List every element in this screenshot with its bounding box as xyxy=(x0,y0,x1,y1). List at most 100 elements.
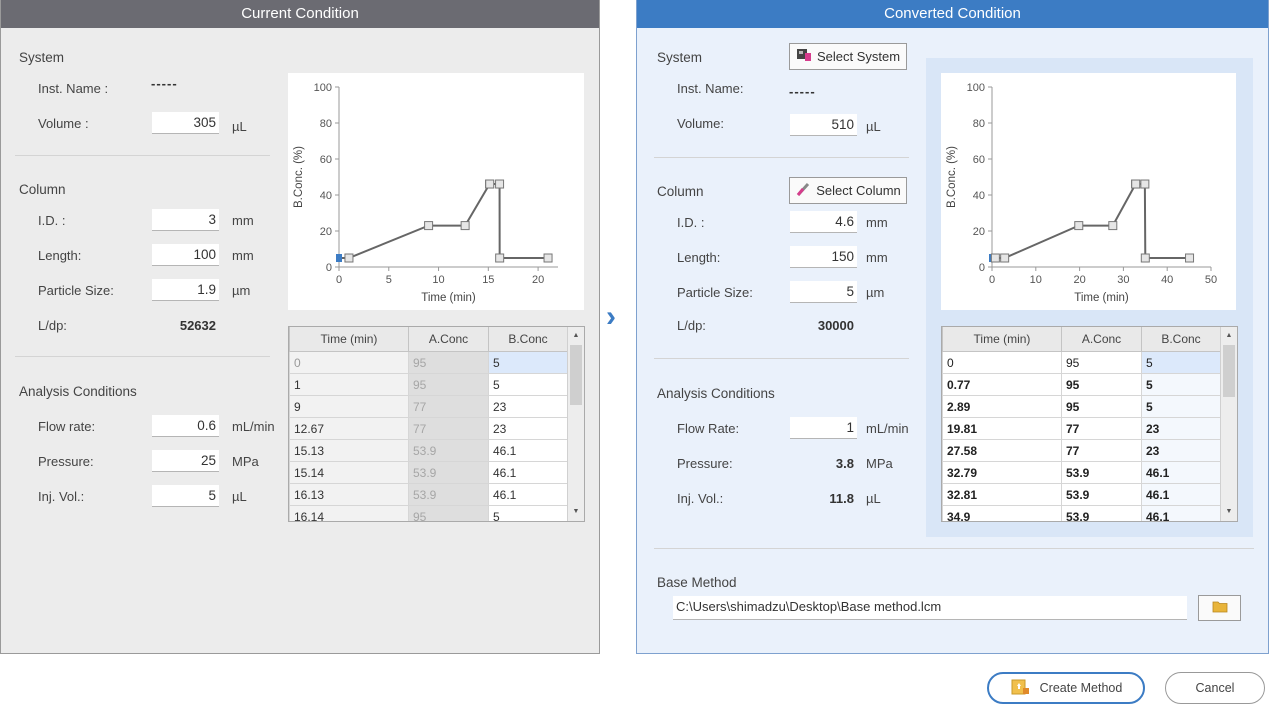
length-input[interactable]: 100 xyxy=(152,244,219,266)
table-cell-a-conc[interactable]: 95 xyxy=(1061,395,1142,418)
table-header-b-conc[interactable]: B.Conc xyxy=(1141,327,1221,352)
table-row[interactable]: 32.81 53.9 46.1 xyxy=(942,483,1221,506)
table-cell-time[interactable]: 2.89 xyxy=(942,395,1062,418)
table-cell-a-conc[interactable]: 77 xyxy=(408,417,489,440)
length-unit: mm xyxy=(232,248,254,263)
table-row[interactable]: 15.14 53.9 46.1 xyxy=(289,461,568,484)
table-cell-b-conc[interactable]: 23 xyxy=(488,395,568,418)
table-cell-b-conc[interactable]: 46.1 xyxy=(488,483,568,506)
table-cell-time[interactable]: 19.81 xyxy=(942,417,1062,440)
cancel-button[interactable]: Cancel xyxy=(1165,672,1265,704)
table-cell-a-conc[interactable]: 53.9 xyxy=(408,439,489,462)
table-cell-a-conc[interactable]: 53.9 xyxy=(408,461,489,484)
base-method-path-input[interactable]: C:\Users\shimadzu\Desktop\Base method.lc… xyxy=(673,596,1187,620)
table-cell-time[interactable]: 16.14 xyxy=(289,505,409,521)
pressure-input[interactable]: 25 xyxy=(152,450,219,472)
id-input[interactable]: 3 xyxy=(152,209,219,231)
table-cell-time[interactable]: 32.81 xyxy=(942,483,1062,506)
flow-rate-input[interactable]: 1 xyxy=(790,417,857,439)
table-cell-a-conc[interactable]: 77 xyxy=(1061,417,1142,440)
table-cell-a-conc[interactable]: 53.9 xyxy=(1061,461,1142,484)
table-cell-time[interactable]: 0 xyxy=(289,351,409,374)
flow-rate-input[interactable]: 0.6 xyxy=(152,415,219,437)
volume-input[interactable]: 510 xyxy=(790,114,857,136)
y-tick-label: 80 xyxy=(973,118,985,130)
table-cell-b-conc[interactable]: 46.1 xyxy=(1141,505,1221,521)
table-row[interactable]: 1 95 5 xyxy=(289,373,568,396)
table-row[interactable]: 15.13 53.9 46.1 xyxy=(289,439,568,462)
particle-size-input[interactable]: 5 xyxy=(790,281,857,303)
id-input[interactable]: 4.6 xyxy=(790,211,857,233)
table-cell-time[interactable]: 16.13 xyxy=(289,483,409,506)
table-row[interactable]: 27.58 77 23 xyxy=(942,439,1221,462)
table-row[interactable]: 12.67 77 23 xyxy=(289,417,568,440)
scroll-up-icon[interactable]: ▲ xyxy=(1221,329,1237,343)
table-row[interactable]: 32.79 53.9 46.1 xyxy=(942,461,1221,484)
ldp-label: L/dp: xyxy=(677,318,706,333)
table-row[interactable]: 16.13 53.9 46.1 xyxy=(289,483,568,506)
table-cell-time[interactable]: 27.58 xyxy=(942,439,1062,462)
table-cell-a-conc[interactable]: 95 xyxy=(408,373,489,396)
table-row[interactable]: 0.77 95 5 xyxy=(942,373,1221,396)
table-cell-a-conc[interactable]: 95 xyxy=(1061,351,1142,374)
table-row[interactable]: 0 95 5 xyxy=(289,351,568,374)
table-cell-time[interactable]: 15.14 xyxy=(289,461,409,484)
table-cell-b-conc[interactable]: 46.1 xyxy=(488,439,568,462)
table-header-a-conc[interactable]: A.Conc xyxy=(408,327,489,352)
table-header-b-conc[interactable]: B.Conc xyxy=(488,327,568,352)
table-scrollbar[interactable]: ▲ ▼ xyxy=(567,327,584,521)
create-method-button[interactable]: Create Method xyxy=(987,672,1145,704)
table-row[interactable]: 19.81 77 23 xyxy=(942,417,1221,440)
particle-size-input[interactable]: 1.9 xyxy=(152,279,219,301)
volume-input[interactable]: 305 xyxy=(152,112,219,134)
table-cell-b-conc[interactable]: 5 xyxy=(488,373,568,396)
scroll-thumb[interactable] xyxy=(1223,345,1235,397)
table-cell-b-conc[interactable]: 5 xyxy=(1141,395,1221,418)
table-cell-a-conc[interactable]: 95 xyxy=(408,351,489,374)
table-cell-time[interactable]: 1 xyxy=(289,373,409,396)
select-system-button[interactable]: Select System xyxy=(789,43,907,70)
table-cell-a-conc[interactable]: 53.9 xyxy=(408,483,489,506)
table-cell-time[interactable]: 0 xyxy=(942,351,1062,374)
table-scrollbar[interactable]: ▲ ▼ xyxy=(1220,327,1237,521)
table-cell-b-conc[interactable]: 23 xyxy=(488,417,568,440)
table-row[interactable]: 16.14 95 5 xyxy=(289,505,568,521)
table-cell-a-conc[interactable]: 95 xyxy=(408,505,489,521)
table-cell-b-conc[interactable]: 46.1 xyxy=(1141,483,1221,506)
table-row[interactable]: 34.9 53.9 46.1 xyxy=(942,505,1221,521)
table-cell-a-conc[interactable]: 53.9 xyxy=(1061,505,1142,521)
table-cell-a-conc[interactable]: 53.9 xyxy=(1061,483,1142,506)
scroll-thumb[interactable] xyxy=(570,345,582,405)
table-row[interactable]: 0 95 5 xyxy=(942,351,1221,374)
browse-button[interactable] xyxy=(1198,595,1241,621)
table-cell-b-conc[interactable]: 5 xyxy=(488,351,568,374)
table-cell-time[interactable]: 0.77 xyxy=(942,373,1062,396)
table-cell-b-conc[interactable]: 5 xyxy=(1141,373,1221,396)
table-cell-b-conc[interactable]: 5 xyxy=(1141,351,1221,374)
table-row[interactable]: 2.89 95 5 xyxy=(942,395,1221,418)
table-cell-b-conc[interactable]: 23 xyxy=(1141,439,1221,462)
table-cell-b-conc[interactable]: 46.1 xyxy=(1141,461,1221,484)
table-cell-time[interactable]: 15.13 xyxy=(289,439,409,462)
table-cell-time[interactable]: 9 xyxy=(289,395,409,418)
scroll-down-icon[interactable]: ▼ xyxy=(1221,505,1237,519)
length-input[interactable]: 150 xyxy=(790,246,857,268)
table-cell-time[interactable]: 32.79 xyxy=(942,461,1062,484)
table-header-time[interactable]: Time (min) xyxy=(942,327,1062,352)
table-cell-a-conc[interactable]: 77 xyxy=(408,395,489,418)
table-cell-a-conc[interactable]: 95 xyxy=(1061,373,1142,396)
table-header-a-conc[interactable]: A.Conc xyxy=(1061,327,1142,352)
inj-vol-input[interactable]: 5 xyxy=(152,485,219,507)
table-row[interactable]: 9 77 23 xyxy=(289,395,568,418)
scroll-up-icon[interactable]: ▲ xyxy=(568,329,584,343)
table-header-time[interactable]: Time (min) xyxy=(289,327,409,352)
table-cell-b-conc[interactable]: 23 xyxy=(1141,417,1221,440)
table-cell-time[interactable]: 12.67 xyxy=(289,417,409,440)
table-cell-a-conc[interactable]: 77 xyxy=(1061,439,1142,462)
table-cell-b-conc[interactable]: 46.1 xyxy=(488,461,568,484)
table-cell-b-conc[interactable]: 5 xyxy=(488,505,568,521)
select-column-button[interactable]: Select Column xyxy=(789,177,907,204)
table-cell-time[interactable]: 34.9 xyxy=(942,505,1062,521)
scroll-down-icon[interactable]: ▼ xyxy=(568,505,584,519)
volume-label: Volume : xyxy=(38,116,89,131)
